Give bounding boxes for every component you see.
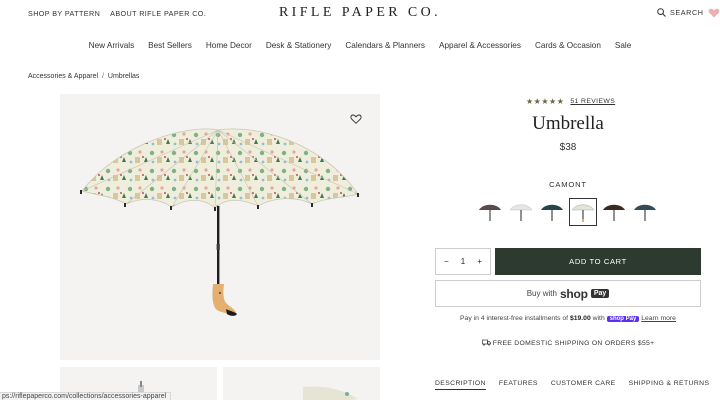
- search-button[interactable]: SEARCH: [657, 8, 704, 17]
- product-thumbnail-2[interactable]: [223, 367, 380, 400]
- installments-info: Pay in 4 interest-free installments of $…: [435, 315, 701, 322]
- shop-pay-button[interactable]: Buy with shop Pay: [435, 280, 701, 307]
- tab-shipping-returns[interactable]: SHIPPING & RETURNS: [629, 380, 710, 390]
- tab-customer-care[interactable]: CUSTOMER CARE: [551, 380, 616, 390]
- truck-icon: [481, 339, 491, 346]
- quantity-stepper: − 1 +: [435, 248, 491, 275]
- installments-text: Pay in 4 interest-free installments of: [460, 315, 569, 322]
- pay-badge: Pay: [590, 289, 610, 298]
- search-icon: [657, 8, 666, 17]
- swatch-5[interactable]: [600, 198, 628, 226]
- qty-plus-button[interactable]: +: [477, 257, 482, 266]
- shoppay-prefix: Buy with: [526, 289, 557, 298]
- nav-apparel-accessories[interactable]: Apparel & Accessories: [439, 41, 521, 50]
- tab-features[interactable]: FEATURES: [499, 380, 538, 390]
- product-title: Umbrella: [532, 113, 604, 134]
- add-to-cart-button[interactable]: ADD TO CART: [495, 248, 701, 275]
- status-bar-url: ps://riflepaperco.com/collections/access…: [0, 392, 172, 400]
- nav-calendars-planners[interactable]: Calendars & Planners: [345, 41, 425, 50]
- swatch-2[interactable]: [507, 198, 535, 226]
- installments-amount: $19.00: [569, 315, 591, 322]
- shop-pay-logo: shop Pay: [606, 316, 640, 322]
- swatch-1[interactable]: [476, 198, 504, 226]
- swatch-3[interactable]: [538, 198, 566, 226]
- nav-sale[interactable]: Sale: [615, 41, 631, 50]
- swatch-camont-selected[interactable]: [569, 198, 597, 226]
- product-tabs: DESCRIPTION FEATURES CUSTOMER CARE SHIPP…: [435, 380, 709, 390]
- shipping-text: FREE DOMESTIC SHIPPING ON ORDERS $55+: [492, 340, 655, 347]
- top-bar: SHOP BY PATTERN ABOUT RIFLE PAPER CO. RI…: [0, 0, 720, 30]
- variant-swatches: [476, 198, 659, 226]
- breadcrumb-parent[interactable]: Accessories & Apparel: [28, 73, 98, 80]
- site-logo[interactable]: RIFLE PAPER CO.: [0, 5, 720, 21]
- variant-name: CAMONT: [549, 180, 587, 189]
- breadcrumb: Accessories & Apparel / Umbrellas: [28, 73, 139, 80]
- favorite-heart-icon[interactable]: [350, 112, 364, 126]
- qty-minus-button[interactable]: −: [444, 257, 449, 266]
- wishlist-heart-icon[interactable]: [708, 7, 720, 19]
- rating-summary: ★★★★★ 51 REVIEWS: [526, 97, 615, 106]
- search-label: SEARCH: [670, 8, 704, 17]
- reviews-link[interactable]: 51 REVIEWS: [570, 98, 615, 105]
- shop-logo: shop: [559, 286, 588, 301]
- nav-new-arrivals[interactable]: New Arrivals: [89, 41, 135, 50]
- tab-description[interactable]: DESCRIPTION: [435, 380, 486, 390]
- nav-best-sellers[interactable]: Best Sellers: [148, 41, 192, 50]
- learn-more-link[interactable]: Learn more: [641, 315, 676, 322]
- nav-desk-stationery[interactable]: Desk & Stationery: [266, 41, 332, 50]
- nav-cards-occasion[interactable]: Cards & Occasion: [535, 41, 601, 50]
- nav-home-decor[interactable]: Home Decor: [206, 41, 252, 50]
- installments-with: with: [592, 315, 605, 322]
- swatch-6[interactable]: [631, 198, 659, 226]
- product-image[interactable]: [60, 94, 380, 360]
- breadcrumb-separator: /: [102, 73, 104, 80]
- shipping-notice: FREE DOMESTIC SHIPPING ON ORDERS $55+: [435, 339, 701, 347]
- main-nav: New Arrivals Best Sellers Home Decor Des…: [0, 41, 720, 50]
- umbrella-illustration: [80, 128, 359, 316]
- rating-stars: ★★★★★: [526, 97, 565, 106]
- qty-value[interactable]: 1: [461, 257, 465, 266]
- product-price: $38: [559, 142, 577, 153]
- breadcrumb-current: Umbrellas: [107, 73, 140, 80]
